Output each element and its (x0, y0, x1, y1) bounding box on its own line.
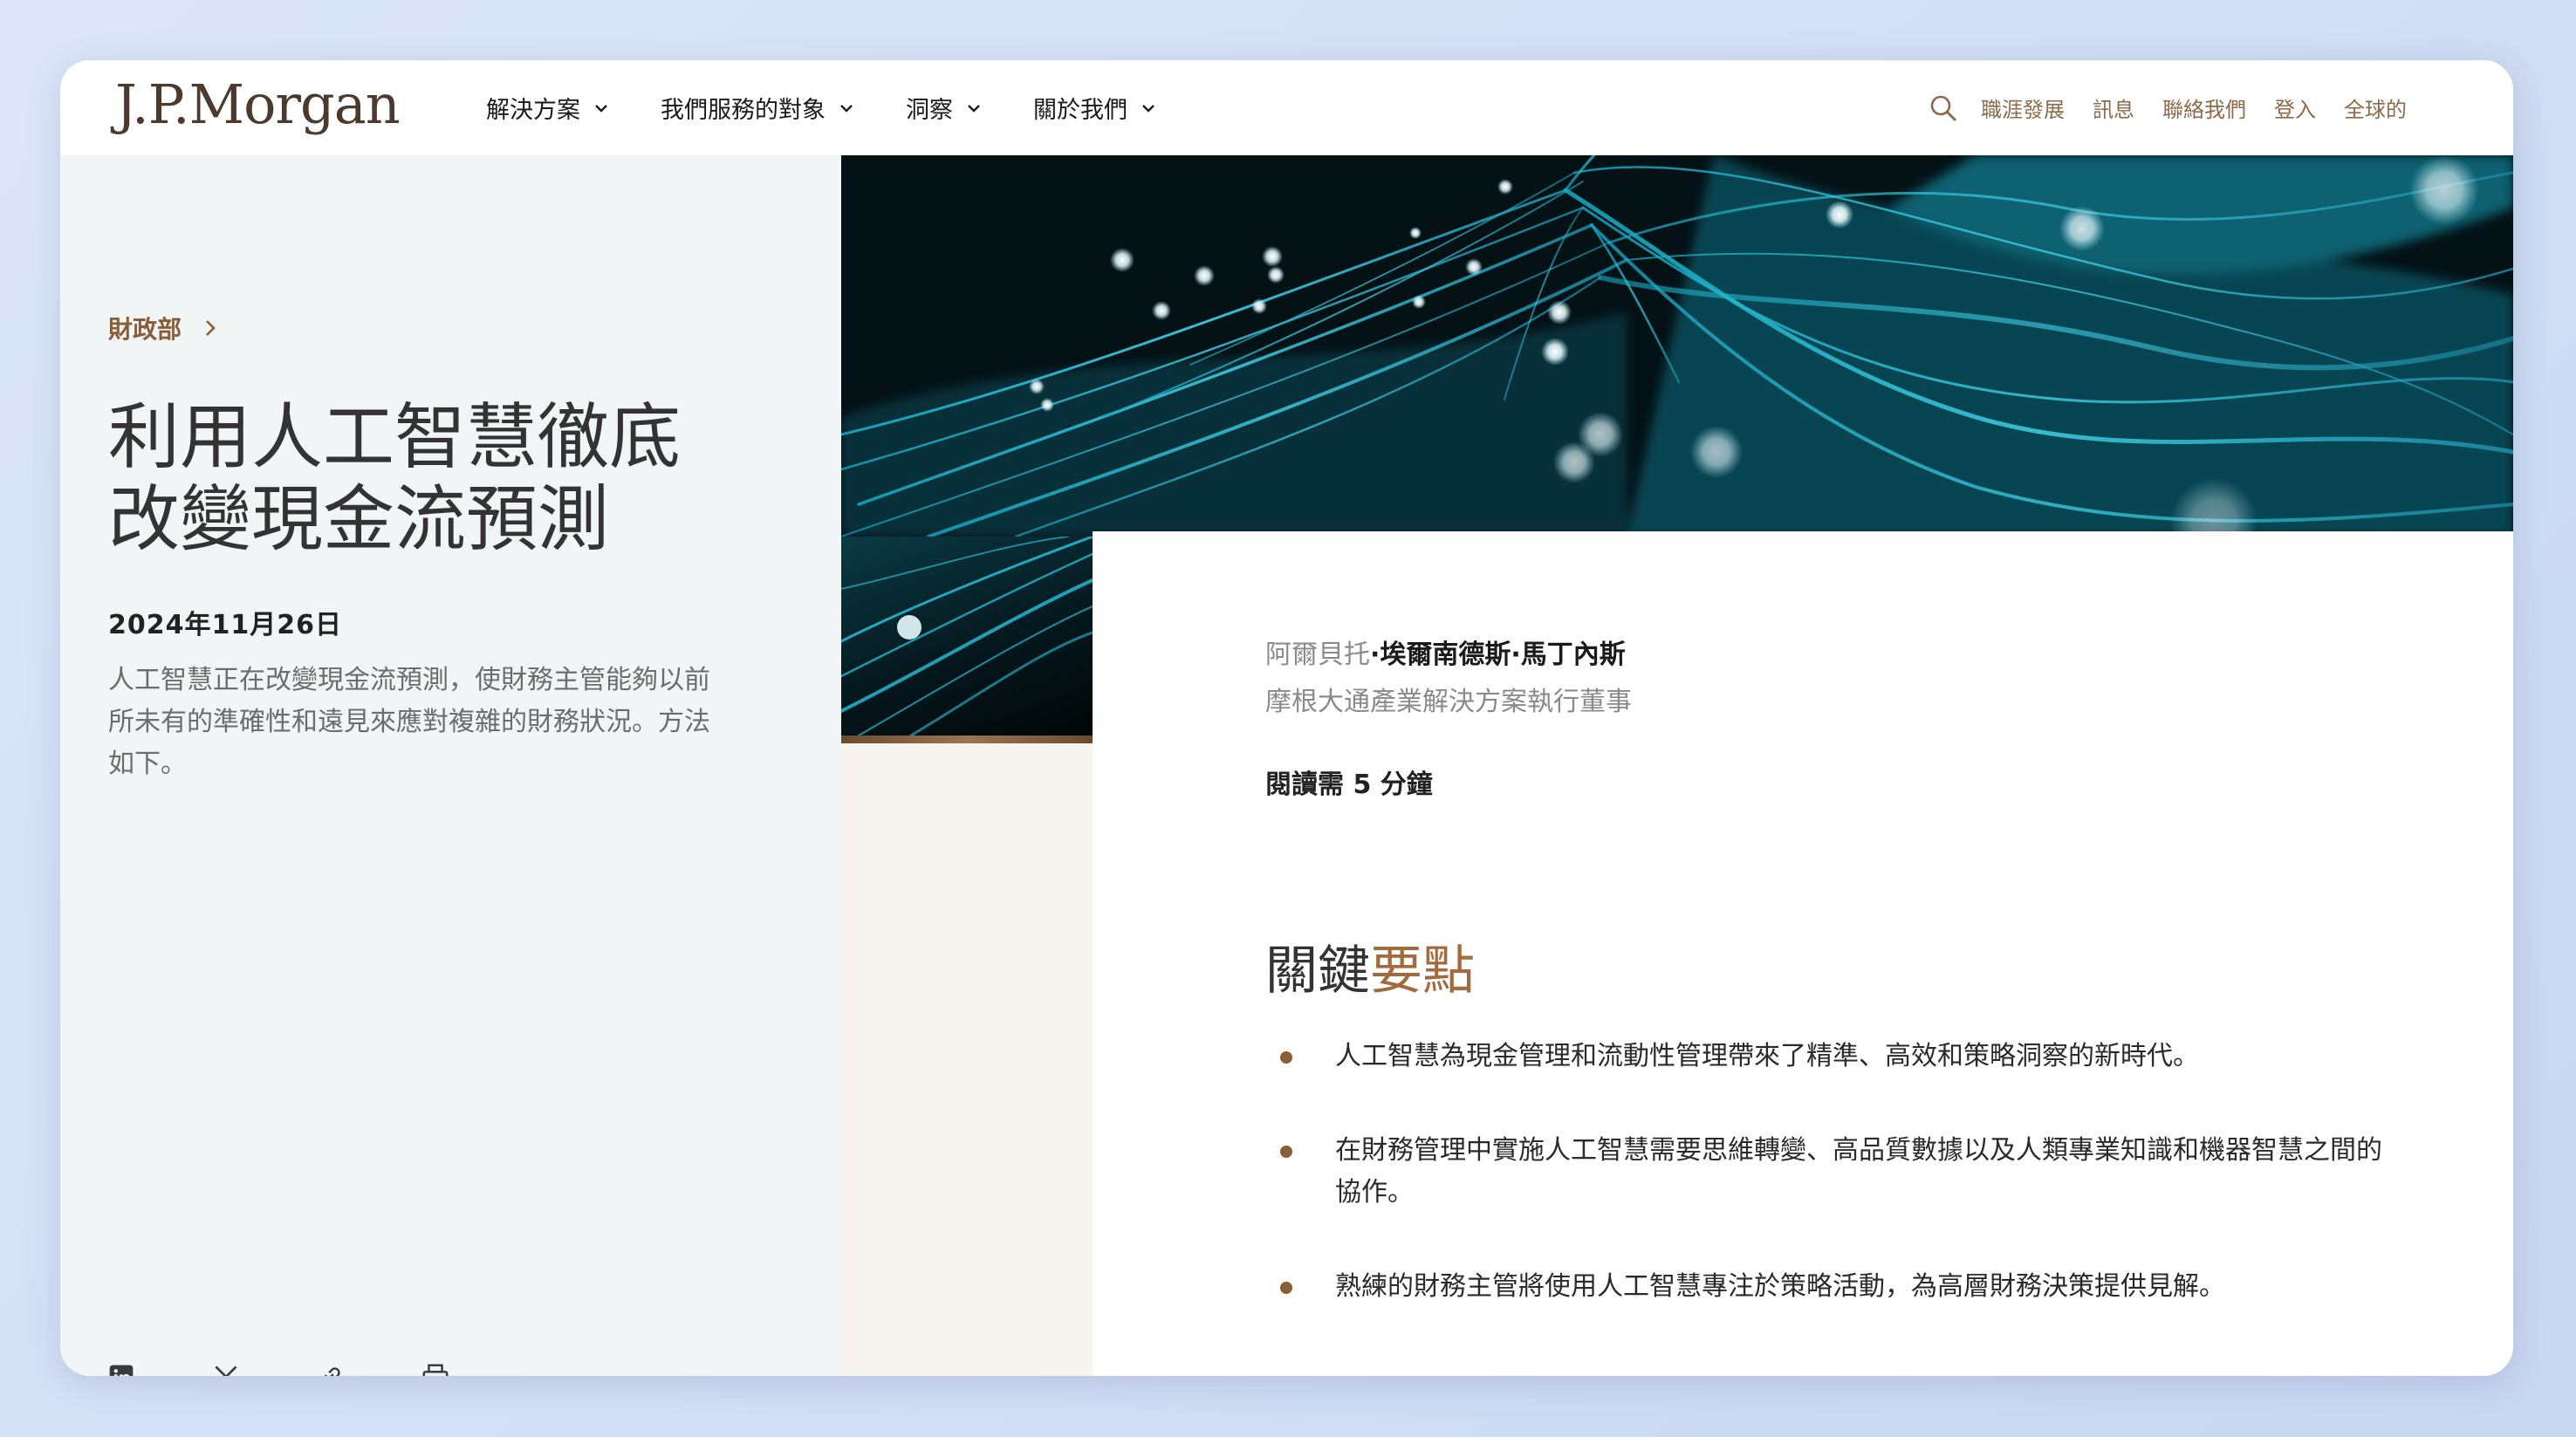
author-role: 摩根大通產業解決方案執行董事 (1265, 687, 1632, 717)
main-nav: 解決方案 我們服務的對象 洞察 關於我們 (486, 60, 1208, 155)
key-takeaways-heading-part: 關鍵 (1265, 941, 1370, 1002)
list-item: 人工智慧為現金管理和流動性管理帶來了精準、高效和策略洞察的新時代。 (1265, 1036, 2382, 1078)
article-content: 阿爾貝托·埃爾南德斯·馬丁內斯 摩根大通產業解決方案執行董事 閱讀需 5 分鐘 … (1093, 531, 2513, 1376)
nav-item-insights[interactable]: 洞察 (906, 91, 983, 125)
accent-bar (841, 736, 1093, 743)
chevron-down-icon (1142, 104, 1154, 113)
article-intro-panel: 財政部 利用人工智慧徹底 改變現金流預測 2024年11月26日 人工智慧正在改… (60, 155, 841, 1376)
nav-item-solutions[interactable]: 解決方案 (486, 91, 610, 125)
login-link[interactable]: 登入 (2274, 92, 2316, 123)
hero-image (841, 155, 2513, 537)
chevron-right-icon (206, 320, 216, 336)
bullet-icon (1280, 1051, 1292, 1064)
utility-nav: 職涯發展 訊息 聯絡我們 登入 全球的 (1929, 60, 2407, 155)
nav-item-who-we-serve[interactable]: 我們服務的對象 (661, 91, 855, 125)
global-link[interactable]: 全球的 (2344, 92, 2407, 123)
page-title-line: 利用人工智慧徹底 (108, 396, 682, 479)
key-point-text: 人工智慧為現金管理和流動性管理帶來了精準、高效和策略洞察的新時代。 (1335, 1041, 2199, 1071)
breadcrumb-label: 財政部 (108, 315, 182, 344)
contact-us-link[interactable]: 聯絡我們 (2162, 92, 2246, 123)
print-icon[interactable] (420, 1361, 451, 1376)
bullet-icon (1280, 1282, 1292, 1294)
nav-item-label: 洞察 (906, 97, 953, 124)
key-point-text: 在財務管理中實施人工智慧需要思維轉變、高品質數據以及人類專業知識和機器智慧之間的… (1335, 1135, 2382, 1208)
nav-item-label: 我們服務的對象 (661, 97, 826, 124)
list-item: 熟練的財務主管將使用人工智慧專注於策略活動，為高層財務決策提供見解。 (1265, 1266, 2382, 1308)
author-name[interactable]: ·埃爾南德斯·馬丁內斯 (1370, 640, 1626, 670)
page-title-line: 改變現金流預測 (108, 478, 610, 561)
careers-link[interactable]: 職涯發展 (1981, 92, 2065, 123)
network-fiber-graphic (841, 537, 1093, 736)
publish-date: 2024年11月26日 (108, 610, 342, 640)
nav-item-label: 關於我們 (1033, 97, 1127, 124)
key-takeaways-heading-accent: 要點 (1370, 941, 1475, 1002)
read-time: 閱讀需 5 分鐘 (1265, 770, 1433, 800)
jpmorgan-logo[interactable]: J.P.Morgan (115, 72, 401, 136)
hero-image-lower (841, 537, 1093, 736)
article-summary: 人工智慧正在改變現金流預測，使財務主管能夠以前所未有的準確性和遠見來應對複雜的財… (108, 665, 710, 779)
news-link[interactable]: 訊息 (2093, 92, 2134, 123)
page-title: 利用人工智慧徹底 改變現金流預測 (108, 397, 736, 561)
browser-window: J.P.Morgan 解決方案 我們服務的對象 洞察 關於我們 職涯發展 訊息 … (60, 60, 2513, 1376)
site-header: J.P.Morgan 解決方案 我們服務的對象 洞察 關於我們 職涯發展 訊息 … (60, 60, 2513, 155)
chevron-down-icon (968, 104, 980, 113)
link-icon[interactable] (315, 1361, 346, 1376)
key-point-text: 熟練的財務主管將使用人工智慧專注於策略活動，為高層財務決策提供見解。 (1335, 1271, 2225, 1302)
nav-item-about-us[interactable]: 關於我們 (1033, 91, 1157, 125)
side-spacer (841, 743, 1093, 1376)
key-takeaways-heading: 關鍵要點 (1265, 928, 1475, 1004)
bullet-icon (1280, 1146, 1292, 1158)
share-bar (106, 1361, 524, 1376)
chevron-down-icon (840, 104, 853, 113)
nav-item-label: 解決方案 (486, 97, 580, 124)
author-first-name: 阿爾貝托 (1265, 640, 1370, 670)
key-takeaways-list: 人工智慧為現金管理和流動性管理帶來了精準、高效和策略洞察的新時代。 在財務管理中… (1265, 1036, 2382, 1360)
search-icon[interactable] (1929, 93, 1958, 123)
author-byline: 阿爾貝托·埃爾南德斯·馬丁內斯 (1265, 633, 1626, 671)
linkedin-icon[interactable] (106, 1361, 137, 1376)
chevron-down-icon (595, 104, 607, 113)
list-item: 在財務管理中實施人工智慧需要思維轉變、高品質數據以及人類專業知識和機器智慧之間的… (1265, 1130, 2382, 1214)
network-fiber-graphic (841, 155, 2513, 537)
x-icon[interactable] (210, 1361, 242, 1376)
breadcrumb[interactable]: 財政部 (108, 311, 218, 346)
